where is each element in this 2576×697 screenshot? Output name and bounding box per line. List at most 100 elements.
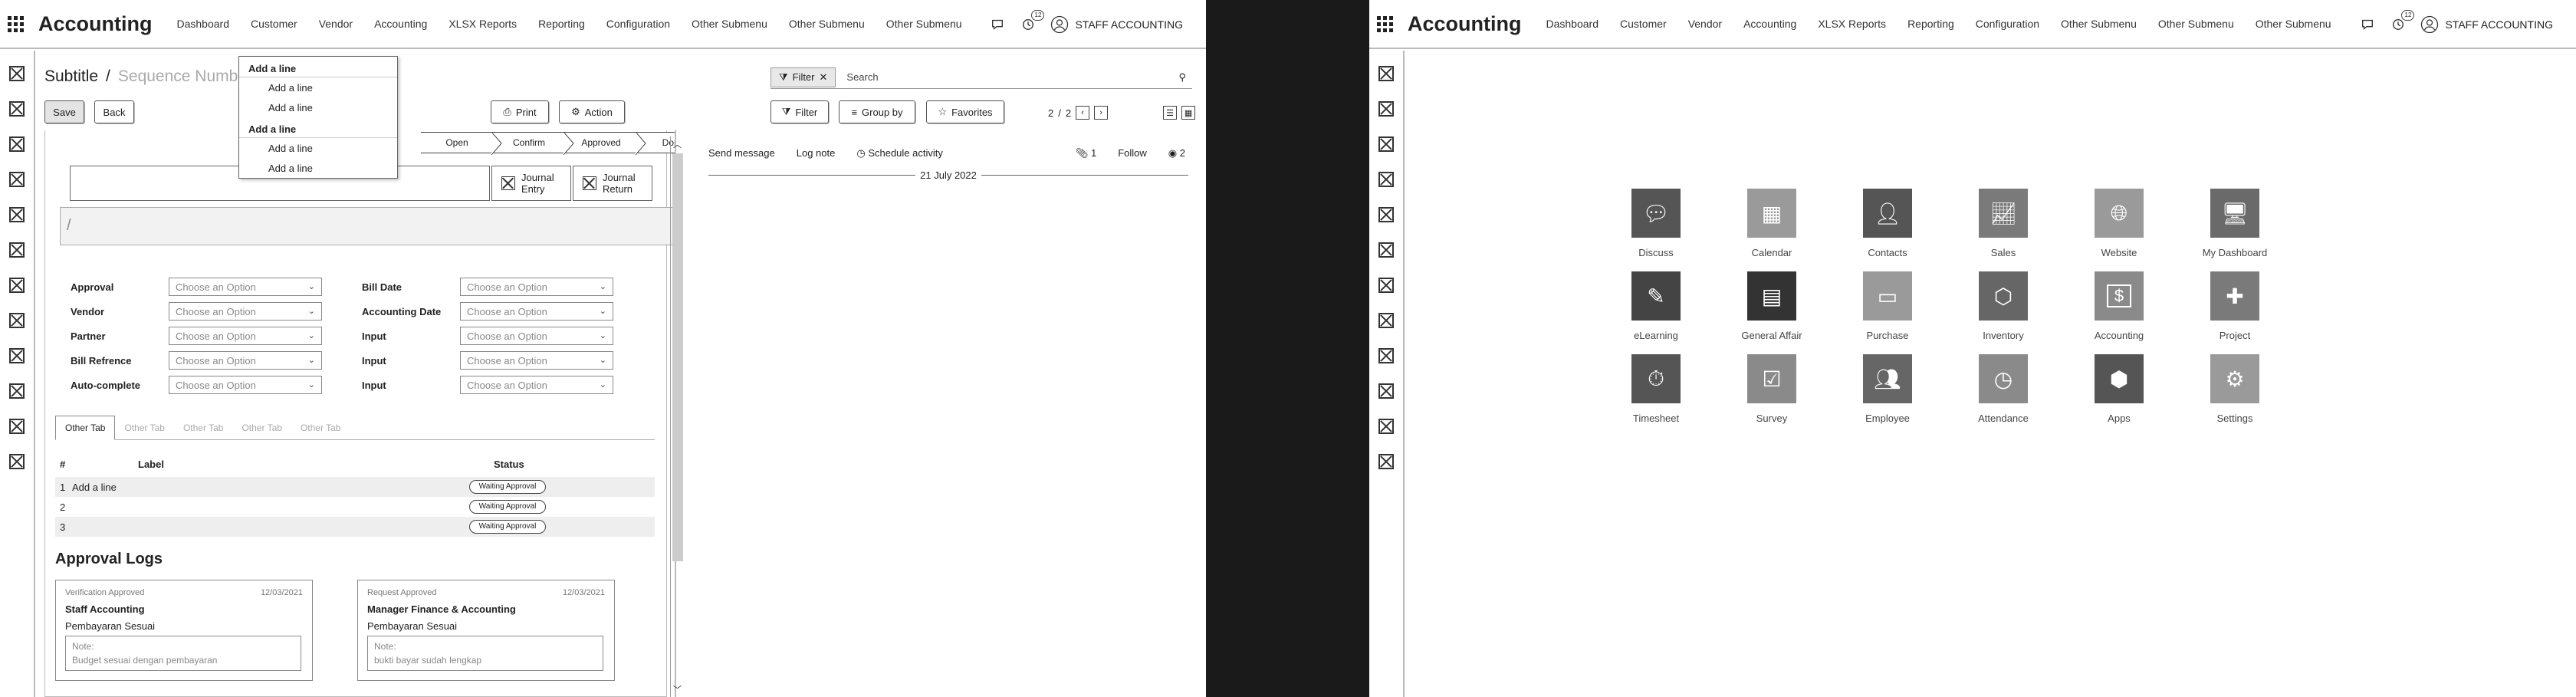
app-grid-icon[interactable]	[1369, 0, 1400, 48]
menu-item[interactable]: Dashboard	[166, 18, 241, 30]
rail-placeholder-icon[interactable]	[9, 66, 25, 81]
chevron-right-icon[interactable]: ›	[1094, 106, 1109, 120]
menu-item[interactable]: Accounting	[363, 18, 438, 30]
filter-button[interactable]: ⧩ Filter	[770, 100, 829, 123]
rail-placeholder-icon[interactable]	[9, 419, 25, 434]
rail-placeholder-icon[interactable]	[1378, 278, 1394, 293]
schedule-activity-button[interactable]: ◷ Schedule activity	[856, 147, 943, 159]
select-field[interactable]: Choose an Option ⌄	[169, 351, 322, 370]
app-tile-survey[interactable]: ☑	[1747, 354, 1796, 403]
app-tile-dashboard[interactable]: 🖥︎	[2210, 189, 2259, 238]
app-tile-employee[interactable]: 👥︎	[1863, 354, 1912, 403]
select-field[interactable]: Choose an Option ⌄	[169, 278, 322, 296]
rail-placeholder-icon[interactable]	[1378, 242, 1394, 258]
list-view-icon[interactable]: ☰	[1163, 106, 1178, 120]
select-field[interactable]: Choose an Option ⌄	[460, 351, 613, 370]
rail-placeholder-icon[interactable]	[1378, 383, 1394, 399]
chat-icon[interactable]	[989, 16, 1006, 33]
user-menu[interactable]: STAFF ACCOUNTING	[1050, 15, 1183, 34]
app-tile-sales[interactable]: 📈︎	[1979, 189, 2028, 238]
menu-item[interactable]: Configuration	[596, 18, 681, 30]
menu-item[interactable]: Other Submenu	[2245, 18, 2342, 30]
menu-item[interactable]: Other Submenu	[778, 18, 876, 30]
app-tile-discuss[interactable]: 💬︎	[1631, 189, 1681, 238]
select-field[interactable]: Choose an Option ⌄	[460, 327, 613, 345]
print-button[interactable]: ⎙ Print	[491, 100, 549, 123]
app-tile-attendance[interactable]: ◷	[1979, 354, 2028, 403]
app-tile-inventory[interactable]: ⬡	[1979, 271, 2028, 321]
rail-placeholder-icon[interactable]	[9, 136, 25, 152]
dropdown-item[interactable]: Add a line	[239, 97, 397, 117]
search-icon[interactable]: ⚲	[1178, 71, 1186, 84]
menu-item[interactable]: Reporting	[1897, 18, 1965, 30]
rail-placeholder-icon[interactable]	[9, 101, 25, 117]
app-tile-apps[interactable]: ⬢	[2095, 354, 2144, 403]
chevron-up-icon[interactable]: ︿	[673, 138, 682, 150]
close-icon[interactable]: ✕	[820, 71, 828, 84]
rail-placeholder-icon[interactable]	[9, 207, 25, 222]
attachments-button[interactable]: 📎︎ 1	[1076, 147, 1096, 159]
rail-placeholder-icon[interactable]	[1378, 66, 1394, 81]
rail-placeholder-icon[interactable]	[1378, 419, 1394, 434]
status-stage[interactable]: Approved	[565, 132, 646, 155]
rail-placeholder-icon[interactable]	[9, 242, 25, 258]
journal-return-button[interactable]: Journal Return	[573, 166, 652, 201]
tab-other[interactable]: Other Tab	[232, 416, 291, 440]
menu-item[interactable]: XLSX Reports	[1807, 18, 1897, 30]
menu-item[interactable]: Other Submenu	[2050, 18, 2147, 30]
select-field[interactable]: Choose an Option ⌄	[169, 327, 322, 345]
tab-other[interactable]: Other Tab	[174, 416, 232, 440]
save-button[interactable]: Save	[44, 100, 84, 123]
search-input[interactable]: Search	[846, 71, 1178, 83]
menu-item[interactable]: Vendor	[1677, 18, 1733, 30]
app-grid-icon[interactable]	[0, 0, 31, 48]
select-field[interactable]: Choose an Option ⌄	[460, 278, 613, 296]
journal-entry-button[interactable]: Journal Entry	[491, 166, 571, 201]
menu-item[interactable]: Other Submenu	[2147, 18, 2245, 30]
favorites-button[interactable]: ☆ Favorites	[926, 100, 1004, 123]
followers-button[interactable]: ◉ 2	[1168, 147, 1185, 159]
chevron-left-icon[interactable]: ‹	[1076, 106, 1090, 120]
chat-icon[interactable]	[2359, 16, 2376, 33]
rail-placeholder-icon[interactable]	[1378, 454, 1394, 469]
tab-other[interactable]: Other Tab	[115, 416, 173, 440]
activity-clock-icon[interactable]: 12	[1020, 10, 1045, 33]
tab-other[interactable]: Other Tab	[291, 416, 350, 440]
chevron-down-icon[interactable]: ﹀	[673, 683, 682, 695]
rail-placeholder-icon[interactable]	[9, 172, 25, 187]
app-tile-contacts[interactable]: 👤︎	[1863, 189, 1912, 238]
app-tile-project[interactable]: ✚	[2210, 271, 2259, 321]
app-tile-general-affair[interactable]: ▤	[1747, 271, 1796, 321]
activity-clock-icon[interactable]: 12	[2390, 10, 2415, 33]
rail-placeholder-icon[interactable]	[1378, 207, 1394, 222]
select-field[interactable]: Choose an Option ⌄	[169, 302, 322, 321]
rail-placeholder-icon[interactable]	[1378, 101, 1394, 117]
dropdown-item[interactable]: Add a line	[239, 77, 397, 97]
rail-placeholder-icon[interactable]	[1378, 313, 1394, 328]
app-tile-calendar[interactable]: ▦	[1747, 189, 1796, 238]
send-message-button[interactable]: Send message	[708, 147, 775, 159]
app-tile-settings[interactable]: ⚙	[2210, 354, 2259, 403]
rail-placeholder-icon[interactable]	[1378, 136, 1394, 152]
rail-placeholder-icon[interactable]	[9, 383, 25, 399]
select-field[interactable]: Choose an Option ⌄	[460, 302, 613, 321]
follow-button[interactable]: Follow	[1118, 147, 1147, 159]
rail-placeholder-icon[interactable]	[1378, 172, 1394, 187]
tab-other[interactable]: Other Tab	[55, 416, 116, 440]
action-button[interactable]: ⚙ Action	[559, 100, 625, 123]
select-field[interactable]: Choose an Option ⌄	[169, 376, 322, 394]
app-tile-timesheet[interactable]: ⏱︎	[1631, 354, 1681, 403]
add-line-link[interactable]: Add a line	[72, 482, 117, 493]
vertical-scrollbar[interactable]: ︿ ﹀	[670, 136, 685, 697]
rail-placeholder-icon[interactable]	[9, 313, 25, 328]
app-tile-website[interactable]: 🌐︎	[2095, 189, 2144, 238]
name-field[interactable]: /	[60, 207, 675, 245]
status-stage[interactable]: Confirm	[493, 132, 574, 155]
rail-placeholder-icon[interactable]	[9, 278, 25, 293]
table-row[interactable]: 1 Add a line Waiting Approval	[55, 477, 655, 497]
user-menu[interactable]: STAFF ACCOUNTING	[2420, 15, 2553, 34]
search-bar[interactable]: ⧩ Filter ✕ Search ⚲	[770, 66, 1192, 89]
scrollbar-thumb[interactable]	[672, 153, 683, 561]
app-tile-purchase[interactable]: ▭	[1863, 271, 1912, 321]
rail-placeholder-icon[interactable]	[1378, 348, 1394, 363]
